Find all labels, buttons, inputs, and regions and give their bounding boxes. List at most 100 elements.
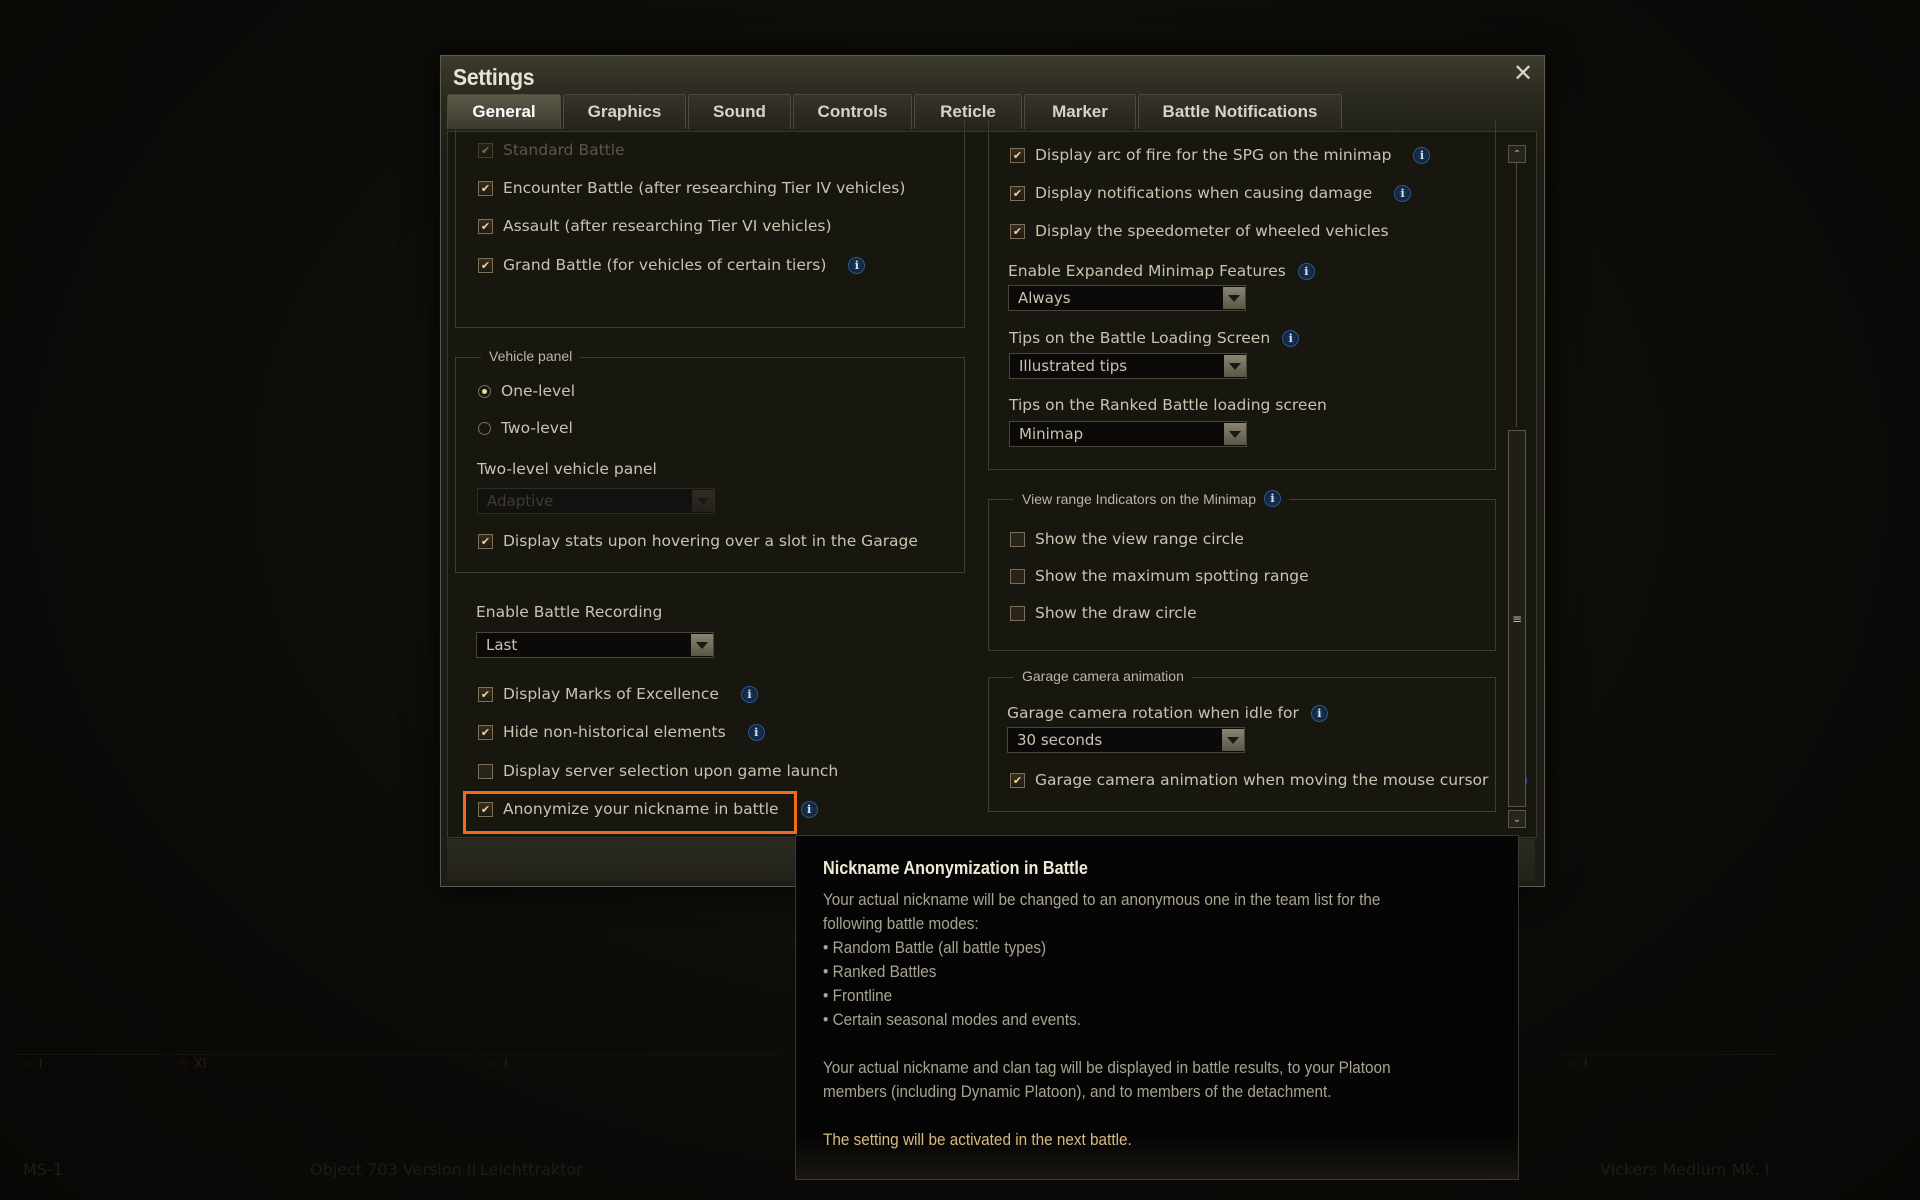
tooltip-mode-item: Random Battle (all battle types) (823, 936, 1435, 960)
checkbox-row: Hide non-historical elements i (478, 723, 765, 741)
checkbox-label: Display the speedometer of wheeled vehic… (1035, 222, 1389, 240)
ranked-tips-dropdown[interactable]: Minimap (1009, 421, 1247, 447)
info-icon[interactable]: i (848, 256, 866, 274)
checkbox-row: Show the draw circle (1010, 604, 1197, 622)
tooltip-note: The setting will be activated in the nex… (823, 1130, 1132, 1149)
close-button[interactable]: ✕ (1512, 61, 1534, 85)
tooltip-title: Nickname Anonymization in Battle (823, 858, 1088, 878)
checkbox-label: Display stats upon hovering over a slot … (503, 532, 918, 550)
battle-recording-label: Enable Battle Recording (476, 603, 663, 621)
scroll-track (1516, 163, 1517, 427)
scroll-thumb[interactable]: ≡ (1508, 430, 1526, 807)
loading-tips-label: Tips on the Battle Loading Screen i (1009, 329, 1300, 347)
damage-notifications-checkbox[interactable] (1010, 185, 1025, 201)
scroll-down-button[interactable]: ⌄ (1508, 810, 1526, 828)
max-spotting-range-checkbox[interactable] (1010, 568, 1025, 584)
checkbox-row: Display server selection upon game launc… (478, 762, 838, 780)
loading-tips-dropdown[interactable]: Illustrated tips (1009, 353, 1247, 379)
grand-battle-checkbox[interactable] (478, 257, 493, 273)
vehicle-slot[interactable]: ☆ XI Object 703 Version II (170, 1054, 476, 1195)
vehicle-tier: ☆ I (23, 1057, 43, 1072)
info-icon[interactable]: i (1263, 490, 1281, 507)
ranked-tips-label: Tips on the Ranked Battle loading screen (1009, 396, 1327, 414)
dropdown-value: Adaptive (487, 492, 554, 510)
radio-row: One-level (478, 382, 575, 400)
checkbox-row: Garage camera animation when moving the … (1010, 771, 1528, 789)
vehicle-tier: ☆ I (1568, 1057, 1588, 1072)
two-level-panel-dropdown[interactable]: Adaptive (477, 488, 715, 514)
chevron-down-icon (1222, 729, 1244, 751)
standard-battle-checkbox[interactable] (478, 142, 493, 158)
group-legend: View range Indicators on the Minimap i (1014, 490, 1289, 507)
radio-row: Two-level (478, 419, 573, 437)
dropdown-value: Always (1018, 289, 1071, 307)
server-selection-checkbox[interactable] (478, 763, 493, 779)
dropdown-value: 30 seconds (1017, 731, 1103, 749)
checkbox-label: Standard Battle (503, 141, 625, 159)
group-legend: Vehicle panel (481, 348, 581, 364)
tooltip-mode-item: Frontline (823, 984, 1435, 1008)
checkbox-row: Assault (after researching Tier VI vehic… (478, 217, 832, 235)
checkbox-label: Display notifications when causing damag… (1035, 184, 1373, 202)
info-icon[interactable]: i (1310, 704, 1328, 722)
info-icon[interactable]: i (1413, 146, 1431, 164)
checkbox-label: Assault (after researching Tier VI vehic… (503, 217, 832, 235)
tooltip-mode-item: Certain seasonal modes and events. (823, 1008, 1435, 1032)
tooltip-details: Your actual nickname and clan tag will b… (823, 1058, 1391, 1101)
checkbox-label: Garage camera animation when moving the … (1035, 771, 1489, 789)
expanded-minimap-dropdown[interactable]: Always (1008, 285, 1246, 311)
info-icon[interactable]: i (1297, 262, 1315, 280)
dropdown-value: Last (486, 636, 518, 654)
checkbox-row: Display the speedometer of wheeled vehic… (1010, 222, 1389, 240)
speedometer-checkbox[interactable] (1010, 223, 1025, 239)
vehicle-tier: ☆ XI (178, 1057, 207, 1072)
scrollbar[interactable]: ⌃ ≡ ⌄ (1508, 145, 1526, 828)
expanded-minimap-label: Enable Expanded Minimap Features i (1008, 262, 1315, 280)
info-icon[interactable]: i (740, 685, 758, 703)
dropdown-value: Minimap (1019, 425, 1084, 443)
mouse-animation-checkbox[interactable] (1010, 772, 1025, 788)
one-level-radio[interactable] (478, 384, 491, 398)
vehicle-tier: ☆ I (488, 1057, 508, 1072)
tooltip-mode-list: Random Battle (all battle types) Ranked … (823, 936, 1435, 1032)
info-icon[interactable]: i (800, 800, 818, 818)
info-icon[interactable]: i (747, 723, 765, 741)
spg-arc-checkbox[interactable] (1010, 147, 1025, 163)
chevron-down-icon (1223, 287, 1245, 309)
checkbox-row: Encounter Battle (after researching Tier… (478, 179, 905, 197)
vehicle-name: Vickers Medium Mk. I (1600, 1160, 1770, 1179)
vehicle-slot[interactable]: ☆ I MS-1 (15, 1054, 165, 1195)
scroll-up-button[interactable]: ⌃ (1508, 145, 1526, 163)
info-icon[interactable]: i (1394, 184, 1412, 202)
checkbox-row: Display Marks of Excellence i (478, 685, 758, 703)
chevron-down-icon (692, 490, 714, 512)
checkbox-row: Show the view range circle (1010, 530, 1244, 548)
checkbox-row: Display stats upon hovering over a slot … (478, 532, 918, 550)
group-legend: Garage camera animation (1014, 668, 1192, 684)
battle-recording-dropdown[interactable]: Last (476, 632, 714, 658)
vehicle-slot[interactable]: ☆ I Vickers Medium Mk. I (1560, 1054, 1780, 1195)
checkbox-label: Display server selection upon game launc… (503, 762, 839, 780)
highlight-box (463, 791, 797, 834)
assault-checkbox[interactable] (478, 218, 493, 234)
hide-non-historical-checkbox[interactable] (478, 724, 493, 740)
legend-text: View range Indicators on the Minimap (1022, 490, 1256, 507)
checkbox-label: Hide non-historical elements (503, 723, 726, 741)
vehicle-name: Leichttraktor (480, 1160, 583, 1179)
view-range-circle-checkbox[interactable] (1010, 531, 1025, 547)
checkbox-label: Show the draw circle (1035, 604, 1197, 622)
label-text: Garage camera rotation when idle for (1007, 704, 1299, 722)
checkbox-row: Display notifications when causing damag… (1010, 184, 1412, 202)
stats-hover-checkbox[interactable] (478, 533, 493, 549)
info-icon[interactable]: i (1282, 329, 1300, 347)
two-level-radio[interactable] (478, 421, 491, 435)
marks-of-excellence-checkbox[interactable] (478, 686, 493, 702)
tooltip-mode-item: Ranked Battles (823, 960, 1435, 984)
idle-rotation-dropdown[interactable]: 30 seconds (1007, 727, 1245, 753)
checkbox-row: Display arc of fire for the SPG on the m… (1010, 146, 1431, 164)
vehicle-slot[interactable]: ☆ I Leichttraktor (480, 1054, 780, 1195)
grip-icon: ≡ (1511, 611, 1523, 626)
draw-circle-checkbox[interactable] (1010, 605, 1025, 621)
encounter-battle-checkbox[interactable] (478, 180, 493, 196)
chevron-up-icon: ⌃ (1512, 148, 1522, 160)
